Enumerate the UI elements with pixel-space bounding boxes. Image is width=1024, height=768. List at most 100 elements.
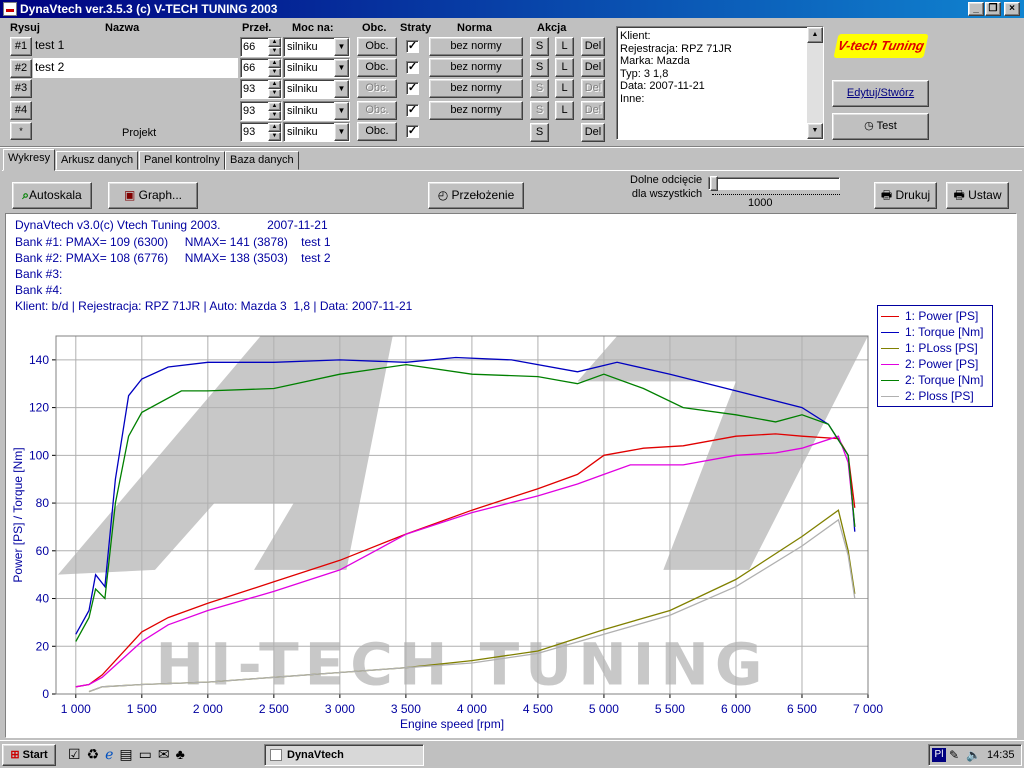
taskbar-task-dynavtech[interactable]: DynaVtech	[264, 744, 424, 766]
bank-3-delete-button[interactable]: Del	[581, 79, 605, 98]
bank-2-obc-button[interactable]: Obc.	[357, 58, 397, 77]
tab-arkusz-danych[interactable]: Arkusz danych	[56, 151, 139, 170]
close-button[interactable]: ×	[1004, 2, 1020, 16]
spin-up-icon[interactable]: ▲	[268, 102, 281, 111]
client-info-scrollbar[interactable]: ▲ ▼	[807, 27, 823, 139]
spin-down-icon[interactable]: ▼	[268, 89, 281, 98]
chart-panel[interactable]: HI-TECH TUNING 1 000 1 500 2 000 2 500 3 000 3…	[5, 213, 1017, 738]
draw-bank-4-button[interactable]: #4	[10, 101, 32, 120]
gear-ratio-button[interactable]: ◴ Przełożenie	[428, 182, 524, 209]
chevron-down-icon[interactable]: ▼	[334, 38, 349, 56]
start-button[interactable]: ⊞ Start	[2, 744, 56, 766]
tab-baza-danych[interactable]: Baza danych	[225, 151, 299, 170]
chevron-down-icon[interactable]: ▼	[334, 80, 349, 98]
bank-1-name[interactable]: test 1	[33, 36, 238, 56]
bank-2-moc-select[interactable]: silniku ▼	[283, 58, 350, 78]
print-button[interactable]: 🖶 Drukuj	[874, 182, 937, 209]
spin-down-icon[interactable]: ▼	[268, 47, 281, 56]
quicklaunch-icon[interactable]: ▭	[139, 746, 158, 762]
bank-2-norma-button[interactable]: bez normy	[429, 58, 523, 77]
bank-1-load-button[interactable]: L	[555, 37, 574, 56]
draw-bank-2-button[interactable]: #2	[10, 59, 32, 78]
chevron-down-icon[interactable]: ▼	[334, 123, 349, 141]
bank-1-straty-checkbox[interactable]: ✓	[406, 40, 419, 53]
project-przel-spinner[interactable]: 93 ▲ ▼	[240, 122, 282, 142]
project-obc-button[interactable]: Obc.	[357, 122, 397, 141]
bank-4-norma-button[interactable]: bez normy	[429, 101, 523, 120]
bank-4-moc-select[interactable]: silniku ▼	[283, 101, 350, 121]
bank-2-load-button[interactable]: L	[555, 58, 574, 77]
project-moc-value: silniku	[287, 126, 318, 138]
scroll-up-icon[interactable]: ▲	[807, 27, 823, 43]
quicklaunch-icon[interactable]: ♣	[176, 746, 191, 762]
bank-2-name[interactable]: test 2	[33, 58, 238, 78]
project-moc-select[interactable]: silniku ▼	[283, 122, 350, 142]
bank-3-straty-checkbox[interactable]: ✓	[406, 82, 419, 95]
project-straty-checkbox[interactable]: ✓	[406, 125, 419, 138]
bank-1-moc-select[interactable]: silniku ▼	[283, 37, 350, 57]
spin-up-icon[interactable]: ▲	[268, 80, 281, 89]
bank-3-przel-spinner[interactable]: 93 ▲ ▼	[240, 79, 282, 99]
bank-4-load-button[interactable]: L	[555, 101, 574, 120]
scroll-down-icon[interactable]: ▼	[807, 123, 823, 139]
app-icon[interactable]	[3, 2, 17, 16]
graph-button[interactable]: ▣ Graph...	[108, 182, 198, 209]
settings-button[interactable]: 🖶 Ustaw	[946, 182, 1009, 209]
draw-bank-3-button[interactable]: #3	[10, 79, 32, 98]
minimize-button[interactable]: _	[968, 2, 984, 16]
bank-3-moc-select[interactable]: silniku ▼	[283, 79, 350, 99]
bank-3-save-button[interactable]: S	[530, 79, 549, 98]
bank-4-delete-button[interactable]: Del	[581, 101, 605, 120]
windows-logo-icon: ⊞	[10, 749, 20, 761]
bank-1-norma-button[interactable]: bez normy	[429, 37, 523, 56]
bank-4-przel-spinner[interactable]: 93 ▲ ▼	[240, 101, 282, 121]
chevron-down-icon[interactable]: ▼	[334, 102, 349, 120]
restore-button[interactable]: ❐	[985, 2, 1001, 16]
bank-1-przel-spinner[interactable]: 66 ▲ ▼	[240, 37, 282, 57]
draw-project-button[interactable]: *	[10, 122, 32, 140]
bank-1-delete-button[interactable]: Del	[581, 37, 605, 56]
draw-bank-1-button[interactable]: #1	[10, 37, 32, 56]
autoscale-button[interactable]: ⌕Autoskala	[12, 182, 92, 209]
project-delete-button[interactable]: Del	[581, 123, 605, 142]
quicklaunch-icon[interactable]: ☑	[68, 746, 87, 762]
tab-panel-kontrolny[interactable]: Panel kontrolny	[139, 151, 225, 170]
window-titlebar[interactable]: DynaVtech ver.3.5.3 (c) V-TECH TUNING 20…	[0, 0, 1024, 18]
quicklaunch-icon[interactable]: ✉	[158, 746, 176, 762]
spin-up-icon[interactable]: ▲	[268, 59, 281, 68]
internet-explorer-icon[interactable]: ℯ	[105, 746, 119, 762]
spin-down-icon[interactable]: ▼	[268, 111, 281, 120]
spin-up-icon[interactable]: ▲	[268, 123, 281, 132]
quicklaunch-icon[interactable]: ♻	[87, 746, 106, 762]
bank-2-delete-button[interactable]: Del	[581, 58, 605, 77]
clock[interactable]: 14:35	[987, 749, 1015, 761]
quicklaunch-icon[interactable]: ▤	[119, 746, 138, 762]
client-info-box[interactable]: Klient: Rejestracja: RPZ 71JR Marka: Maz…	[616, 26, 824, 140]
dyno-chart: HI-TECH TUNING 1 000 1 500 2 000 2 500 3 000 3…	[11, 335, 883, 731]
tray-icon[interactable]: ✎	[949, 748, 959, 762]
cutoff-slider[interactable]	[708, 176, 840, 191]
bank-3-norma-button[interactable]: bez normy	[429, 79, 523, 98]
bank-4-save-button[interactable]: S	[530, 101, 549, 120]
tab-line	[2, 170, 1022, 171]
spin-up-icon[interactable]: ▲	[268, 38, 281, 47]
bank-2-straty-checkbox[interactable]: ✓	[406, 61, 419, 74]
bank-2-przel-spinner[interactable]: 66 ▲ ▼	[240, 58, 282, 78]
test-button[interactable]: ◷ Test	[832, 113, 929, 140]
bank-1-save-button[interactable]: S	[530, 37, 549, 56]
cutoff-slider-thumb[interactable]	[710, 176, 718, 191]
speaker-icon[interactable]: 🔈	[966, 748, 981, 762]
tab-wykresy[interactable]: Wykresy	[3, 149, 56, 171]
spin-down-icon[interactable]: ▼	[268, 132, 281, 141]
language-indicator[interactable]: Pl	[932, 748, 946, 762]
edit-create-button[interactable]: Edytuj/Stwórz	[832, 80, 929, 107]
bank-4-obc-button[interactable]: Obc.	[357, 101, 397, 120]
bank-1-obc-button[interactable]: Obc.	[357, 37, 397, 56]
project-save-button[interactable]: S	[530, 123, 549, 142]
chevron-down-icon[interactable]: ▼	[334, 59, 349, 77]
spin-down-icon[interactable]: ▼	[268, 68, 281, 77]
bank-3-load-button[interactable]: L	[555, 79, 574, 98]
bank-3-obc-button[interactable]: Obc.	[357, 79, 397, 98]
bank-4-straty-checkbox[interactable]: ✓	[406, 104, 419, 117]
bank-2-save-button[interactable]: S	[530, 58, 549, 77]
